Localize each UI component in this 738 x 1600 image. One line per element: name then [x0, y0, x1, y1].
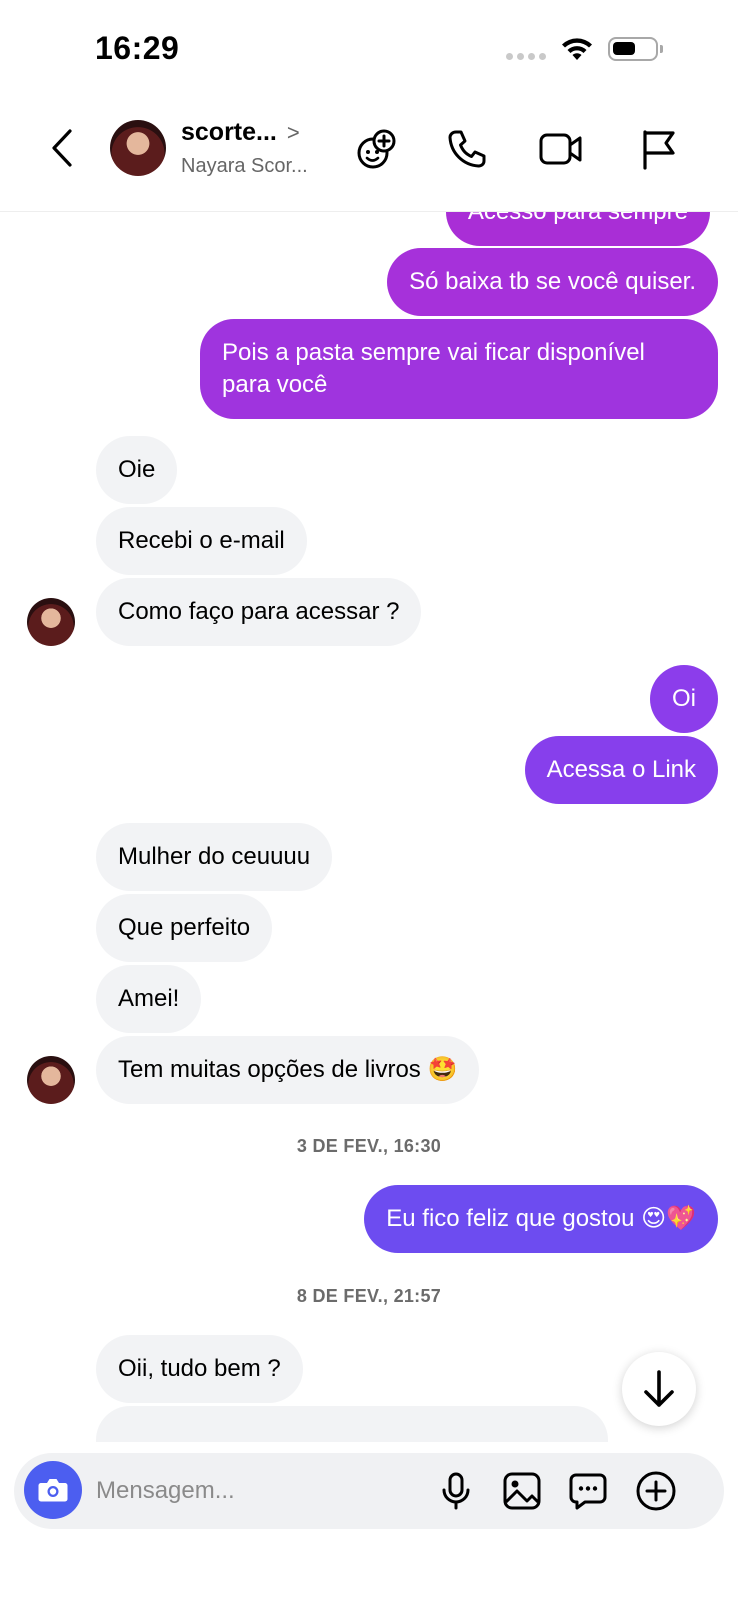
status-bar: 16:29 — [0, 0, 738, 100]
status-time: 16:29 — [95, 30, 180, 66]
image-icon — [503, 1472, 541, 1510]
message-outgoing[interactable]: Acessa o Link — [524, 736, 718, 804]
gallery-button[interactable] — [500, 1469, 544, 1513]
contact-fullname: Nayara Scor... — [181, 155, 308, 177]
message-timestamp: 8 DE FEV., 21:57 — [296, 1286, 442, 1306]
battery-icon — [608, 37, 663, 61]
message-outgoing[interactable]: Acesso para sempre — [445, 212, 710, 246]
sender-avatar[interactable] — [27, 1056, 75, 1104]
effects-button[interactable] — [352, 124, 402, 174]
call-button[interactable] — [442, 124, 492, 174]
message-incoming[interactable]: Tem muitas opções de livros 🤩 — [96, 1036, 480, 1104]
add-effect-icon — [357, 129, 396, 169]
sticker-button[interactable] — [566, 1469, 610, 1513]
message-outgoing[interactable]: Pois a pasta sempre vai ficar disponível… — [200, 319, 718, 419]
chevron-right-icon: > — [286, 119, 300, 145]
message-outgoing[interactable]: Só baixa tb se você quiser. — [387, 248, 718, 316]
back-button[interactable] — [40, 124, 84, 172]
chevron-left-icon — [52, 129, 72, 167]
chat-header: scorte... > Nayara Scor... — [0, 100, 738, 212]
video-call-button[interactable] — [536, 124, 586, 174]
message-timestamp: 3 DE FEV., 16:30 — [296, 1136, 442, 1156]
more-options-button[interactable] — [634, 1469, 678, 1513]
video-camera-icon — [539, 133, 582, 165]
message-incoming[interactable]: Amei! — [96, 965, 202, 1033]
contact-name[interactable]: scorte... > — [181, 118, 300, 147]
wifi-icon — [562, 38, 592, 60]
message-incoming[interactable]: Que perfeito — [96, 894, 273, 962]
status-icons — [506, 36, 663, 62]
contact-avatar[interactable] — [110, 120, 166, 176]
sender-avatar[interactable] — [27, 598, 75, 646]
voice-message-button[interactable] — [434, 1469, 478, 1513]
chat-bubble-icon — [569, 1473, 607, 1510]
message-incoming[interactable]: Recebi o e-mail — [96, 507, 307, 575]
message-outgoing[interactable]: Eu fico feliz que gostou 😍💖 — [364, 1185, 718, 1253]
message-incoming-partial[interactable] — [96, 1406, 608, 1442]
message-outgoing[interactable]: Oi — [650, 665, 718, 733]
phone-icon — [448, 130, 486, 168]
scroll-to-bottom-button[interactable] — [622, 1352, 696, 1426]
contact-name-text: scorte... — [181, 118, 277, 146]
report-button[interactable] — [634, 124, 684, 174]
camera-button[interactable] — [24, 1461, 82, 1519]
message-incoming[interactable]: Oie — [96, 436, 178, 504]
microphone-icon — [442, 1472, 470, 1510]
message-composer — [14, 1453, 724, 1529]
message-input[interactable] — [96, 1473, 416, 1509]
arrow-down-icon — [644, 1370, 674, 1407]
message-incoming[interactable]: Como faço para acessar ? — [96, 578, 422, 646]
camera-icon — [38, 1479, 68, 1502]
flag-icon — [643, 130, 675, 170]
message-incoming[interactable]: Mulher do ceuuuu — [96, 823, 333, 891]
message-list[interactable]: Acesso para sempre Só baixa tb se você q… — [0, 212, 738, 1442]
plus-circle-icon — [636, 1471, 676, 1511]
message-incoming[interactable]: Oii, tudo bem ? — [96, 1335, 303, 1403]
cellular-signal-icon — [506, 52, 546, 60]
